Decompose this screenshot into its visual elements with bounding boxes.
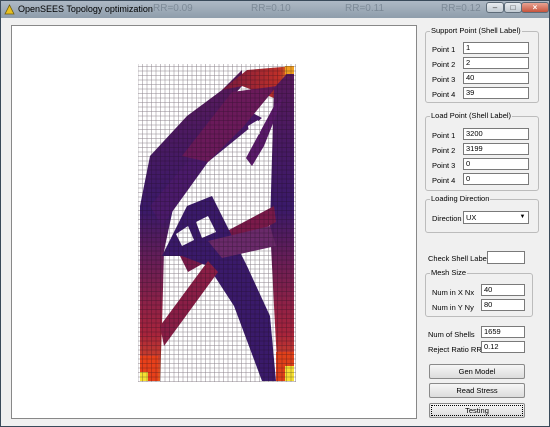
support-point-3-input[interactable]: 40 bbox=[463, 72, 529, 84]
num-shells-label: Num of Shells bbox=[428, 330, 475, 339]
minimize-button[interactable]: – bbox=[486, 2, 504, 13]
load-point-1-label: Point 1 bbox=[432, 131, 456, 140]
mesh-size-legend: Mesh Size bbox=[430, 268, 468, 277]
mesh-nx-label: Num in X Nx bbox=[432, 288, 475, 297]
load-point-4-input[interactable]: 0 bbox=[463, 173, 529, 185]
support-point-legend: Support Point (Shell Label) bbox=[430, 26, 522, 35]
direction-label: Direction bbox=[432, 214, 462, 223]
background-window-title: RR=0.12 bbox=[441, 3, 481, 14]
support-point-1-input[interactable]: 1 bbox=[463, 42, 529, 54]
support-point-group: Support Point (Shell Label) Point 1 1 Po… bbox=[425, 26, 539, 103]
close-button[interactable]: × bbox=[521, 2, 549, 13]
app-icon bbox=[4, 4, 15, 15]
mesh-nx-input[interactable]: 40 bbox=[481, 284, 525, 296]
mesh-size-group: Mesh Size Num in X Nx 40 Num in Y Ny 80 bbox=[425, 268, 533, 317]
load-point-3-label: Point 3 bbox=[432, 161, 456, 170]
load-point-2-input[interactable]: 3199 bbox=[463, 143, 529, 155]
chevron-down-icon[interactable]: ▼ bbox=[518, 213, 527, 222]
check-shell-input[interactable] bbox=[487, 251, 525, 264]
load-point-2-label: Point 2 bbox=[432, 146, 456, 155]
support-point-1-label: Point 1 bbox=[432, 45, 456, 54]
topology-plot bbox=[138, 64, 296, 382]
app-window: OpenSEES Topology optimization RR=0.09 R… bbox=[0, 0, 550, 427]
background-window-title: RR=0.10 bbox=[251, 3, 291, 14]
load-point-legend: Load Point (Shell Label) bbox=[430, 111, 513, 120]
mesh-ny-label: Num in Y Ny bbox=[432, 303, 474, 312]
title-bar[interactable]: OpenSEES Topology optimization RR=0.09 R… bbox=[1, 1, 549, 18]
close-icon: × bbox=[532, 3, 538, 12]
background-window-title: RR=0.11 bbox=[345, 3, 385, 14]
support-point-4-input[interactable]: 39 bbox=[463, 87, 529, 99]
read-stress-button[interactable]: Read Stress bbox=[429, 383, 525, 398]
support-point-2-label: Point 2 bbox=[432, 60, 456, 69]
background-window-title: RR=0.09 bbox=[153, 3, 193, 14]
testing-button[interactable]: Testing bbox=[429, 403, 525, 418]
check-shell-label: Check Shell Label bbox=[428, 254, 489, 263]
load-point-group: Load Point (Shell Label) Point 1 3200 Po… bbox=[425, 111, 539, 191]
support-point-4-label: Point 4 bbox=[432, 90, 456, 99]
mesh-ny-input[interactable]: 80 bbox=[481, 299, 525, 311]
load-point-3-input[interactable]: 0 bbox=[463, 158, 529, 170]
loading-direction-group: Loading Direction Direction UX ▼ bbox=[425, 194, 539, 233]
minimize-icon: – bbox=[492, 3, 498, 12]
maximize-icon: □ bbox=[510, 3, 516, 12]
support-point-2-input[interactable]: 2 bbox=[463, 57, 529, 69]
load-point-1-input[interactable]: 3200 bbox=[463, 128, 529, 140]
topology-plot-canvas bbox=[11, 25, 417, 419]
load-point-4-label: Point 4 bbox=[432, 176, 456, 185]
num-shells-input[interactable]: 1659 bbox=[481, 326, 525, 338]
support-point-3-label: Point 3 bbox=[432, 75, 456, 84]
direction-select-value: UX bbox=[466, 213, 477, 222]
mesh-grid-overlay bbox=[138, 64, 296, 382]
gen-model-button[interactable]: Gen Model bbox=[429, 364, 525, 379]
direction-select[interactable]: UX ▼ bbox=[463, 211, 529, 224]
reject-ratio-label: Reject Ratio RR bbox=[428, 345, 482, 354]
window-title: OpenSEES Topology optimization bbox=[18, 4, 153, 14]
reject-ratio-input[interactable]: 0.12 bbox=[481, 341, 525, 353]
loading-direction-legend: Loading Direction bbox=[430, 194, 491, 203]
maximize-button[interactable]: □ bbox=[504, 2, 522, 13]
